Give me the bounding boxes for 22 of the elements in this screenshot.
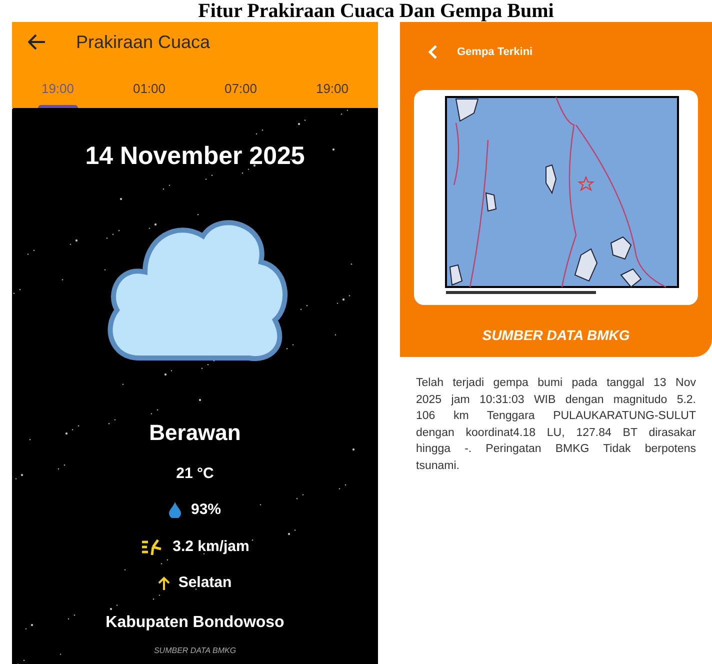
- time-tab[interactable]: 01:00: [104, 76, 195, 108]
- data-source: SUMBER DATA BMKG: [481, 326, 631, 345]
- time-tab[interactable]: 19:00: [12, 76, 104, 108]
- humidity-value: 93%: [190, 500, 222, 520]
- temperature: 21 °C: [176, 464, 214, 484]
- figure-caption: Fitur Prakiraan Cuaca Dan Gempa Bumi: [197, 0, 555, 22]
- time-tab[interactable]: 19:00: [286, 76, 378, 108]
- back-arrow-icon[interactable]: [28, 34, 46, 50]
- data-source: SUMBER DATA BMKG: [154, 644, 236, 656]
- earthquake-description: Telah terjadi gempa bumi pada tanggal 13 Nov 2025 jam 10:31:03 WIB dengan magnitudo 5.2. 106 km Tenggara PULAUKARATUNG-SULUT dengan koordinat4.18 LU, 127.84 BT dirasakar hingga -. Peringatan BMKG Tidak berpotens tsunami.: [415, 376, 697, 474]
- wind-icon: [140, 538, 163, 556]
- location-name: Kabupaten Bondowoso: [106, 612, 284, 632]
- forecast-date: 14 November 2025: [85, 141, 305, 172]
- wind-direction: Selatan: [178, 573, 232, 593]
- time-tab[interactable]: 07:00: [195, 76, 286, 108]
- screen-title: Prakiraan Cuaca: [76, 30, 210, 54]
- screen-title: Gempa Terkini: [457, 44, 533, 60]
- water-drop-icon: [168, 502, 181, 518]
- wind-speed: 3.2 km/jam: [172, 536, 250, 556]
- up-arrow-icon: [158, 576, 170, 590]
- weather-condition: Berawan: [149, 418, 241, 446]
- back-chevron-icon[interactable]: [428, 45, 437, 59]
